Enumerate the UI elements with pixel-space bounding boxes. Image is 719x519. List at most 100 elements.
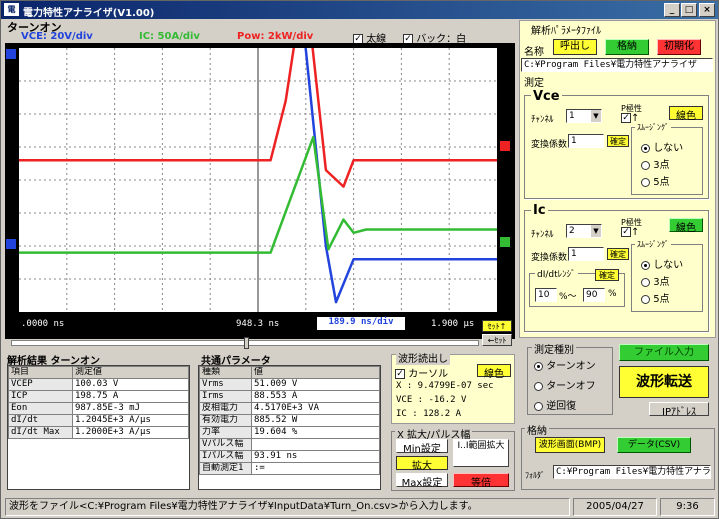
ic-smooth-5[interactable]: 5点	[641, 290, 670, 305]
param-value-cell: :=	[251, 462, 380, 475]
didt-unit: %	[608, 289, 617, 299]
param-kind-cell: 自動測定1	[199, 462, 252, 475]
vce-marker-icon[interactable]	[6, 49, 16, 59]
param-value-cell: 885.52 W	[251, 414, 380, 427]
ic-channel-select[interactable]: 2 ▼	[566, 224, 602, 238]
result-item-cell: dI/dt	[8, 414, 73, 427]
table-row: Iパルス幅 93.91 ns	[199, 450, 380, 463]
type-turn-on[interactable]: ターンオン	[534, 357, 596, 372]
max-set-button[interactable]: Max設定	[396, 473, 448, 489]
param-kind-cell: 力率	[199, 426, 252, 439]
vce-scale: VCE: 20V/div	[21, 31, 93, 42]
ic-coef-input[interactable]: 1	[568, 247, 604, 261]
vce-channel-label: ﾁｬﾝﾈﾙ	[531, 115, 554, 125]
minimize-button[interactable]: _	[664, 3, 680, 17]
waveform-display[interactable]	[18, 47, 498, 313]
zoom-button[interactable]: 拡大	[396, 456, 448, 472]
didt-to-input[interactable]: 90	[583, 288, 605, 302]
ic-marker-icon[interactable]	[500, 237, 510, 247]
save-waveform-bmp-button[interactable]: 波形画面(BMP)	[535, 437, 605, 453]
type-turn-off[interactable]: ターンオフ	[534, 377, 596, 392]
table-row: dI/dt 1.2045E+3 A/μs	[8, 414, 189, 427]
param-file-title: 解析ﾊﾟﾗﾒｰﾀﾌｧｲﾙ	[531, 26, 601, 37]
result-value-cell: 1.2000E+3 A/μs	[72, 426, 189, 439]
table-row: VCEP 100.03 V	[8, 378, 189, 391]
save-data-csv-button[interactable]: データ(CSV)	[617, 437, 691, 453]
param-kind-cell: Irms	[199, 390, 252, 403]
vce-smoothing-title: ｽﾑｰｼﾞﾝｸﾞ	[635, 122, 671, 133]
time-scroll-thumb[interactable]	[244, 337, 249, 349]
equal-zoom-button[interactable]: 等倍	[453, 473, 509, 489]
maximize-button[interactable]: □	[681, 3, 697, 17]
common-header-kind: 種類	[199, 366, 252, 379]
folder-label: ﾌｫﾙﾀﾞ	[525, 471, 545, 480]
results-header-value: 測定値	[72, 366, 189, 379]
cursor-vce-readout: VCE : -16.2 V	[396, 395, 467, 405]
cursor-x-readout: X : 9.4799E-07 sec	[396, 381, 494, 391]
pow-marker-icon[interactable]	[500, 141, 510, 151]
table-row: ICP 198.75 A	[8, 390, 189, 403]
table-row: Vrms 51.009 V	[199, 378, 380, 391]
didt-separator: %～	[559, 292, 577, 302]
result-value-cell: 198.75 A	[72, 390, 189, 403]
load-button[interactable]: 呼出し	[553, 39, 597, 55]
init-button[interactable]: 初期化	[657, 39, 701, 55]
vce-coef-input[interactable]: 1	[568, 134, 604, 148]
result-item-cell: VCEP	[8, 378, 73, 391]
ic-color-button[interactable]: 線色	[669, 218, 703, 234]
ic-coef-confirm[interactable]: 確定	[607, 248, 629, 260]
param-kind-cell: Iパルス幅	[199, 450, 252, 463]
vce-channel-select[interactable]: 1 ▼	[566, 109, 602, 123]
ic-coef-label: 変換係数	[531, 253, 568, 263]
time-per-div: 189.9 ns/div	[317, 317, 405, 330]
range-zoom-button[interactable]: I..I範囲拡大	[453, 439, 509, 467]
app-icon: 電	[4, 3, 19, 16]
set-button[interactable]: ｾｯﾄ↑	[482, 320, 512, 332]
mid-time: 948.3 ns	[236, 319, 280, 329]
param-value-cell	[251, 438, 380, 451]
table-row: Vパルス幅	[199, 438, 380, 451]
didt-confirm[interactable]: 確定	[595, 269, 619, 281]
ic-scale: IC: 50A/div	[139, 31, 200, 42]
result-item-cell: ICP	[8, 390, 73, 403]
result-item-cell: dI/dt Max	[8, 426, 73, 439]
vce-smooth-5[interactable]: 5点	[641, 173, 670, 188]
cursor-color-button[interactable]: 線色	[477, 364, 511, 380]
transfer-button[interactable]: 波形転送	[619, 366, 709, 398]
vce-color-button[interactable]: 線色	[669, 106, 703, 122]
close-button[interactable]: ×	[699, 3, 715, 17]
vce-smooth-3[interactable]: 3点	[641, 156, 670, 171]
ip-address-button[interactable]: IPｱﾄﾞﾚｽ	[649, 402, 709, 418]
didt-from-input[interactable]: 10	[535, 288, 557, 302]
vce-smooth-none[interactable]: しない	[641, 139, 683, 154]
ic-smooth-none[interactable]: しない	[641, 256, 683, 271]
left-time: .0000 ns	[21, 319, 65, 329]
min-set-button[interactable]: Min設定	[396, 439, 448, 455]
cursor-ic-readout: IC : 128.2 A	[396, 409, 462, 419]
ic-polarity-toggle[interactable]: ✓↑	[621, 227, 639, 238]
param-kind-cell: 皮相電力	[199, 402, 252, 415]
table-row: Eon 987.85E-3 mJ	[8, 402, 189, 415]
table-row: 有効電力 885.52 W	[199, 414, 380, 427]
param-kind-cell: Vパルス幅	[199, 438, 252, 451]
type-reverse-recovery[interactable]: 逆回復	[534, 397, 576, 412]
table-row: 自動測定1:=	[199, 462, 380, 475]
store-title: 格納	[525, 422, 549, 437]
result-item-cell: Eon	[8, 402, 73, 415]
store-param-button[interactable]: 格納	[605, 39, 649, 55]
param-value-cell: 4.5170E+3 VA	[251, 402, 380, 415]
ic-group-title: Ic	[531, 203, 548, 218]
common-header-value: 値	[251, 366, 380, 379]
param-file-path[interactable]: C:¥Program Files¥電力特性アナライザ	[521, 58, 713, 72]
result-value-cell: 100.03 V	[72, 378, 189, 391]
right-time: 1.900 μs	[431, 319, 475, 329]
vce-coef-confirm[interactable]: 確定	[607, 135, 629, 147]
vce-ref-marker-icon[interactable]	[6, 239, 16, 249]
status-message: 波形をファイル<C:¥Program Files¥電力特性アナライザ¥Input…	[5, 498, 570, 516]
file-input-button[interactable]: ファイル入力	[619, 344, 709, 361]
reset-button[interactable]: ←ｾｯﾄ	[482, 334, 512, 346]
ic-smooth-3[interactable]: 3点	[641, 273, 670, 288]
folder-path[interactable]: C:¥Program Files¥電力特性アナライザ	[553, 465, 711, 479]
cursor-toggle[interactable]: ✓ カーソル	[395, 365, 448, 380]
vce-coef-label: 変換係数	[531, 140, 568, 150]
